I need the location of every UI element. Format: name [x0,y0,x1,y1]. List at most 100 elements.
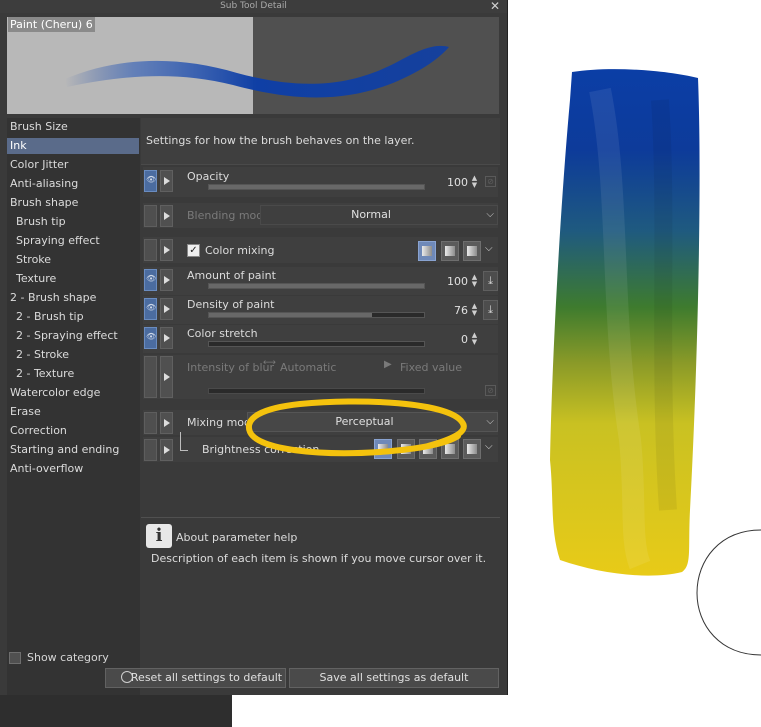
sidebar-item-anti-aliasing[interactable]: Anti-aliasing [7,176,139,192]
pressure-icon[interactable]: ⊘ [485,176,496,187]
blending-mode-toggle[interactable] [144,205,157,227]
info-icon: i [146,524,172,548]
color-stretch-expand-button[interactable] [160,327,173,349]
brightness-correction-label: Brightness correction [202,443,320,456]
sidebar-item-2-stroke[interactable]: 2 - Stroke [7,347,139,363]
show-category-box[interactable] [9,652,21,664]
sidebar-item-2-brush-tip[interactable]: 2 - Brush tip [7,309,139,325]
density-of-paint-expand-button[interactable] [160,298,173,320]
brightness-mode-button-1[interactable] [374,439,392,459]
mixing-mode-value: Perceptual [335,415,394,428]
mixing-type-button-2[interactable] [441,241,459,261]
triangle-right-icon [164,177,170,185]
density-of-paint-spinner[interactable]: ▲ ▼ [470,303,479,317]
amount-of-paint-slider[interactable] [208,283,425,289]
help-description: Description of each item is shown if you… [151,552,487,565]
reset-icon [121,671,133,683]
sidebar-item-spraying-effect[interactable]: Spraying effect [7,233,139,249]
opacity-slider[interactable] [208,184,425,190]
color-mixing-checkbox[interactable]: ✓ [187,244,200,257]
show-category-checkbox[interactable]: Show category [9,651,139,665]
chevron-down-icon: ⌵ [486,209,494,220]
mixing-mode-dropdown[interactable]: Perceptual ⌵ [247,412,498,432]
download-icon[interactable]: ⤓ [483,271,498,291]
blending-mode-expand-button[interactable] [160,205,173,227]
brightness-icon [467,444,477,454]
color-stretch-slider[interactable] [208,341,425,347]
intensity-of-blur-slider[interactable] [208,388,425,394]
brightness-correction-expand-button[interactable] [160,439,173,461]
density-of-paint-slider[interactable] [208,312,425,318]
mixing-type-button-3[interactable] [463,241,481,261]
download-icon[interactable]: ⤓ [483,300,498,320]
opacity-spinner[interactable]: ▲ ▼ [470,175,479,189]
opacity-toggle[interactable]: 👁 [144,170,157,192]
color-mixing-toggle[interactable] [144,239,157,261]
close-button[interactable]: ✕ [488,0,502,13]
sidebar-item-texture[interactable]: Texture [7,271,139,287]
window-title: Sub Tool Detail [220,1,287,11]
tree-connector [180,450,188,451]
reset-button-label: Reset all settings to default [130,671,283,684]
brightness-correction-toggle[interactable] [144,439,157,461]
color-mixing-expand-button[interactable] [160,239,173,261]
sidebar-item-erase[interactable]: Erase [7,404,139,420]
chevron-down-icon: ⌵ [486,416,494,427]
blending-mode-dropdown[interactable]: Normal ⌵ [260,205,498,225]
sidebar-item-brush-size[interactable]: Brush Size [7,119,139,135]
triangle-right-icon [164,334,170,342]
amount-of-paint-value[interactable]: 100 [442,275,468,288]
intensity-of-blur-expand-button[interactable] [160,356,173,398]
density-of-paint-value[interactable]: 76 [442,304,468,317]
intensity-of-blur-label: Intensity of blur [187,361,275,374]
sidebar-item-correction[interactable]: Correction [7,423,139,439]
color-mixing-label: Color mixing [205,244,275,257]
brightness-mode-button-3[interactable] [419,439,437,459]
density-of-paint-label: Density of paint [187,298,275,311]
blend-type-icon [422,246,432,256]
sidebar-item-2-spraying-effect[interactable]: 2 - Spraying effect [7,328,139,344]
brightness-mode-button-4[interactable] [441,439,459,459]
eye-icon: 👁 [146,332,157,341]
opacity-value[interactable]: 100 [442,176,468,189]
sidebar-item-stroke[interactable]: Stroke [7,252,139,268]
density-of-paint-toggle[interactable]: 👁 [144,298,157,320]
sidebar-item-watercolor-edge[interactable]: Watercolor edge [7,385,139,401]
color-stretch-spinner[interactable]: ▲ ▼ [470,332,479,346]
sidebar-item-brush-shape[interactable]: Brush shape [7,195,139,211]
brush-cursor-circle [696,529,761,656]
amount-of-paint-spinner[interactable]: ▲ ▼ [470,274,479,288]
intensity-of-blur-toggle[interactable] [144,356,157,398]
color-stretch-value[interactable]: 0 [442,333,468,346]
eye-icon: 👁 [146,303,157,312]
sidebar-item-ink[interactable]: Ink [7,138,139,154]
sidebar-item-brush-tip[interactable]: Brush tip [7,214,139,230]
color-stretch-toggle[interactable]: 👁 [144,327,157,349]
chevron-down-icon[interactable]: ⌵ [485,441,493,452]
chevron-down-icon[interactable]: ⌵ [485,243,493,254]
blur-automatic-option[interactable]: Automatic [280,361,336,374]
sidebar-item-anti-overflow[interactable]: Anti-overflow [7,461,139,477]
category-sidebar: Brush Size Ink Color Jitter Anti-aliasin… [7,118,140,695]
save-all-settings-button[interactable]: Save all settings as default [289,668,499,688]
mixing-mode-expand-button[interactable] [160,412,173,434]
play-icon: ▶ [384,359,392,370]
mixing-mode-toggle[interactable] [144,412,157,434]
pressure-icon[interactable]: ⊘ [485,385,496,396]
brush-name-label: Paint (Cheru) 6 [8,17,95,32]
triangle-right-icon [164,246,170,254]
sidebar-item-2-brush-shape[interactable]: 2 - Brush shape [7,290,139,306]
mixing-type-button-1[interactable] [418,241,436,261]
amount-of-paint-toggle[interactable]: 👁 [144,269,157,291]
opacity-expand-button[interactable] [160,170,173,192]
sidebar-item-2-texture[interactable]: 2 - Texture [7,366,139,382]
amount-of-paint-label: Amount of paint [187,269,276,282]
blend-type-icon [467,246,477,256]
blur-fixed-value-option[interactable]: Fixed value [400,361,462,374]
sidebar-item-starting-and-ending[interactable]: Starting and ending [7,442,139,458]
taskbar-strip [0,695,232,727]
amount-of-paint-expand-button[interactable] [160,269,173,291]
sidebar-item-color-jitter[interactable]: Color Jitter [7,157,139,173]
brightness-mode-button-2[interactable] [397,439,415,459]
brightness-mode-button-5[interactable] [463,439,481,459]
